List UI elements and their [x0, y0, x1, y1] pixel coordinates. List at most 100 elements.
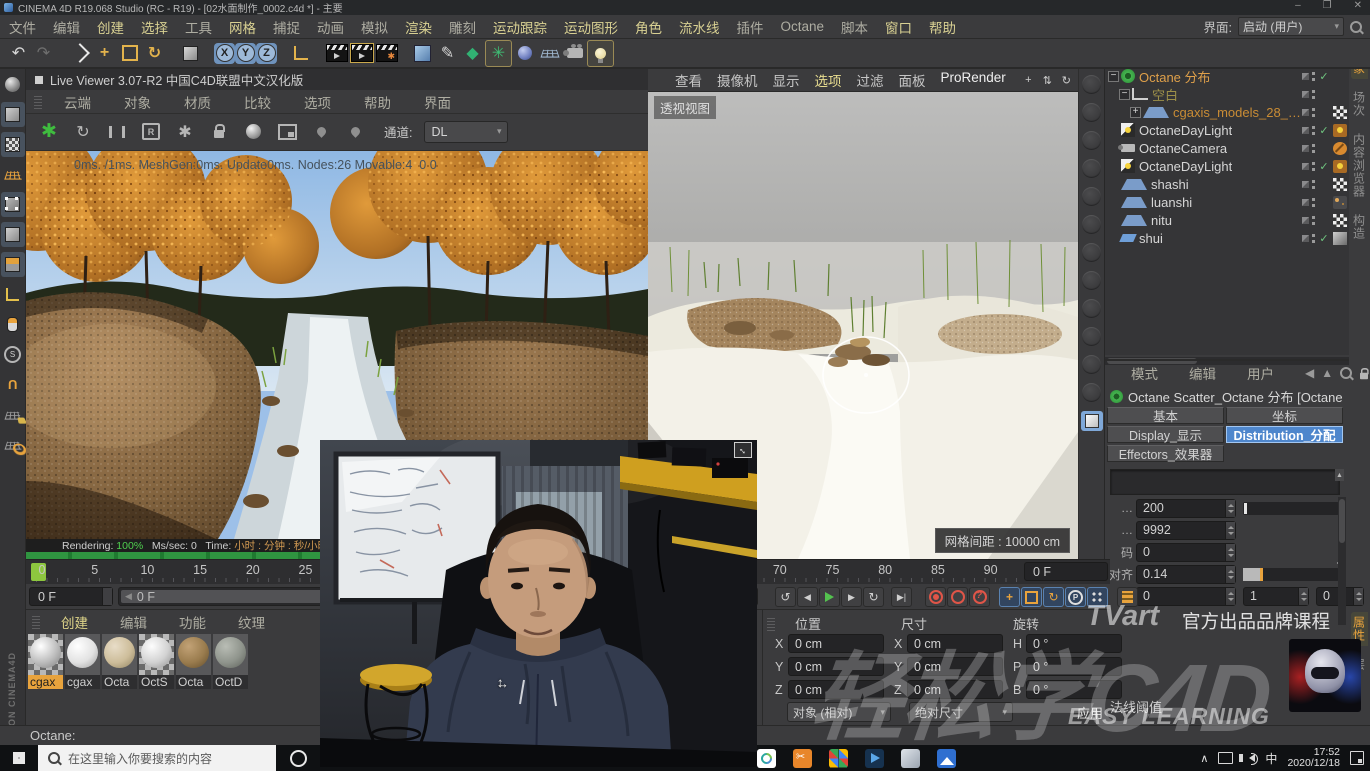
- enable-check[interactable]: ✓: [1318, 160, 1330, 173]
- viewport-menu-面板[interactable]: 面板: [899, 70, 926, 90]
- z-axis-lock-icon[interactable]: Z: [256, 43, 277, 64]
- visibility-dots[interactable]: [1312, 180, 1315, 189]
- start-button[interactable]: [0, 745, 38, 771]
- restart-render-icon[interactable]: ↻: [72, 121, 94, 143]
- spinner-icon[interactable]: [1353, 588, 1363, 605]
- next-key-button[interactable]: ▶: [841, 587, 862, 607]
- primitive-cube-icon[interactable]: [410, 41, 435, 66]
- enable-check[interactable]: ✓: [1318, 124, 1330, 137]
- panel-tab-场次[interactable]: 场次: [1351, 87, 1368, 121]
- viewport-menu-摄像机[interactable]: 摄像机: [717, 70, 758, 90]
- prev-key-button[interactable]: ◀: [797, 587, 818, 607]
- search-icon[interactable]: [1350, 21, 1362, 33]
- minimize-button[interactable]: –: [1295, 0, 1301, 11]
- viewport-tool-icon[interactable]: [1082, 75, 1101, 94]
- taskbar-app-capture[interactable]: [793, 749, 812, 768]
- deformer-icon[interactable]: [512, 41, 537, 66]
- enable-check[interactable]: ✓: [1318, 70, 1330, 83]
- panel-grip[interactable]: [34, 95, 42, 109]
- size-mode-dropdown[interactable]: 绝对尺寸 ▾: [909, 702, 1013, 722]
- layer-chip[interactable]: [1302, 73, 1309, 80]
- coord-field-位置-Y[interactable]: 0 cm: [788, 657, 884, 676]
- edges-mode-icon[interactable]: [1, 222, 25, 247]
- attribute-menu-用户[interactable]: 用户: [1247, 363, 1274, 383]
- block-tag[interactable]: [1333, 142, 1347, 155]
- coord-field-旋转-H[interactable]: 0 °: [1026, 634, 1122, 653]
- panel-tab-内容浏览器[interactable]: 内容浏览器: [1351, 129, 1368, 202]
- menubar-item-运动跟踪[interactable]: 运动跟踪: [493, 17, 547, 37]
- viewport-menu-ProRender[interactable]: ProRender: [941, 70, 1006, 90]
- mode-dropdown[interactable]: 对象 (相对) ▾: [787, 702, 891, 722]
- visibility-dots[interactable]: [1312, 234, 1315, 243]
- volume-icon[interactable]: [1249, 754, 1255, 762]
- render-settings-icon[interactable]: [174, 121, 196, 143]
- param-field-0[interactable]: 200: [1136, 499, 1236, 518]
- object-row[interactable]: OctaneDayLight✓: [1105, 121, 1349, 139]
- viewport-tool-icon[interactable]: [1082, 215, 1101, 234]
- notification-icon[interactable]: [1350, 751, 1364, 765]
- expander-icon[interactable]: −: [1119, 89, 1130, 100]
- object-row[interactable]: luanshi: [1105, 193, 1349, 211]
- attribute-tab-基本[interactable]: 基本: [1107, 407, 1224, 424]
- menubar-item-雕刻[interactable]: 雕刻: [449, 17, 476, 37]
- model-mode-icon[interactable]: [1, 102, 25, 127]
- expander-icon[interactable]: −: [1108, 71, 1119, 82]
- layer-chip[interactable]: [1302, 199, 1309, 206]
- live-viewer-menu-云端[interactable]: 云端: [64, 92, 91, 112]
- spline-pen-icon[interactable]: ✎: [435, 41, 460, 66]
- attribute-tab-坐标[interactable]: 坐标: [1226, 407, 1343, 424]
- object-row[interactable]: shashi: [1105, 175, 1349, 193]
- attribute-menu-模式[interactable]: 模式: [1131, 363, 1158, 383]
- param-field-1[interactable]: 9992: [1136, 521, 1236, 540]
- key-position-button[interactable]: +: [999, 587, 1020, 607]
- live-viewer-titlebar[interactable]: Live Viewer 3.07-R2 中国C4D联盟中文汉化版: [26, 69, 648, 90]
- cast-mode-icon[interactable]: [1, 72, 25, 97]
- environment-icon[interactable]: [537, 41, 562, 66]
- chevron-up-icon[interactable]: ∧: [1200, 752, 1208, 765]
- menubar-item-动画[interactable]: 动画: [317, 17, 344, 37]
- spinner-icon[interactable]: [1225, 544, 1235, 561]
- lock-icon[interactable]: [1360, 372, 1368, 378]
- slider-grip-icon[interactable]: ◀: [125, 591, 132, 602]
- pause-render-icon[interactable]: [106, 121, 128, 143]
- move-icon[interactable]: +: [92, 41, 117, 66]
- network-icon[interactable]: [1218, 752, 1233, 764]
- snap-icon[interactable]: S: [1, 342, 25, 367]
- polygons-mode-icon[interactable]: [1, 252, 25, 277]
- param-field-4[interactable]: 0: [1136, 587, 1236, 606]
- coord-field-位置-Z[interactable]: 0 cm: [788, 680, 884, 699]
- object-row[interactable]: −空白: [1105, 85, 1349, 103]
- layer-chip[interactable]: [1302, 127, 1309, 134]
- object-row[interactable]: −Octane 分布✓: [1105, 67, 1349, 85]
- menubar-item-帮助[interactable]: 帮助: [929, 17, 956, 37]
- current-frame-field[interactable]: 0 F: [29, 587, 113, 606]
- visibility-dots[interactable]: [1312, 72, 1315, 81]
- viewport-menu-显示[interactable]: 显示: [773, 70, 800, 90]
- lock-workplane-icon[interactable]: [1, 402, 25, 427]
- x-axis-lock-icon[interactable]: X: [214, 43, 235, 64]
- solo-button[interactable]: [1117, 587, 1138, 607]
- pick-focus-icon[interactable]: [310, 121, 332, 143]
- material-menu-功能[interactable]: 功能: [179, 612, 206, 632]
- visibility-dots[interactable]: [1312, 198, 1315, 207]
- viewport-tool-icon[interactable]: [1082, 271, 1101, 290]
- cortana-button[interactable]: [276, 750, 320, 767]
- key-parameter-button[interactable]: P: [1065, 587, 1086, 607]
- render-view-icon[interactable]: [324, 41, 349, 66]
- interface-dropdown[interactable]: 启动 (用户) ▾: [1238, 17, 1344, 36]
- layer-chip[interactable]: [1302, 109, 1309, 116]
- lock-resolution-icon[interactable]: [208, 121, 230, 143]
- spinner-icon[interactable]: [1225, 500, 1235, 517]
- rotate-icon[interactable]: ↻: [142, 41, 167, 66]
- interactive-workplane-icon[interactable]: [1, 432, 25, 457]
- spinner-icon[interactable]: [1298, 588, 1308, 605]
- ime-indicator[interactable]: 中: [1265, 750, 1277, 767]
- viewport-tool-icon[interactable]: [1082, 159, 1101, 178]
- autokey-button[interactable]: [947, 587, 968, 607]
- menubar-item-模拟[interactable]: 模拟: [361, 17, 388, 37]
- visibility-dots[interactable]: [1312, 126, 1315, 135]
- object-row[interactable]: OctaneCamera: [1105, 139, 1349, 157]
- end-frame-button[interactable]: ▶|: [891, 587, 912, 607]
- taskbar-app-media[interactable]: [865, 749, 884, 768]
- coord-field-尺寸-Z[interactable]: 0 cm: [907, 680, 1003, 699]
